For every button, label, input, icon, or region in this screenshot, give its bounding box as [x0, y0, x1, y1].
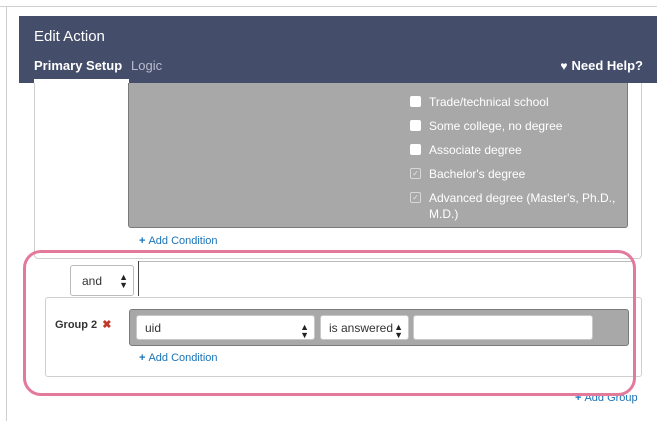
option-row[interactable]: ✓ Bachelor's degree: [410, 166, 619, 182]
group-2-header: Group 2 ✖: [55, 318, 111, 331]
select-arrows-icon: ▲ ▼: [119, 272, 128, 290]
checkbox-checked[interactable]: ✓: [410, 168, 421, 179]
tab-logic[interactable]: Logic: [131, 58, 162, 73]
option-row[interactable]: Some college, no degree: [410, 118, 619, 134]
connector-line: [138, 261, 634, 262]
checkbox[interactable]: [410, 96, 421, 107]
plus-icon: +: [139, 352, 146, 364]
value-input[interactable]: [413, 315, 593, 340]
checkbox-checked[interactable]: ✓: [410, 192, 421, 203]
modal-header: Edit Action Primary Setup Logic ♥ Need H…: [19, 16, 657, 83]
add-group-label: Add Group: [584, 392, 638, 404]
option-label: Trade/technical school: [429, 95, 549, 109]
operator-select[interactable]: is answered ▲ ▼: [320, 315, 409, 340]
option-label: Some college, no degree: [429, 119, 563, 133]
checkbox[interactable]: [410, 120, 421, 131]
need-help-label: Need Help?: [571, 58, 643, 73]
need-help-link[interactable]: ♥ Need Help?: [560, 58, 643, 73]
option-label: Bachelor's degree: [429, 167, 526, 181]
add-condition-link[interactable]: + Add Condition: [139, 235, 218, 247]
option-row[interactable]: Associate degree: [410, 142, 619, 158]
left-divider: [6, 6, 7, 421]
page: Edit Action Primary Setup Logic ♥ Need H…: [0, 0, 657, 421]
option-row[interactable]: Trade/technical school: [410, 94, 619, 110]
heart-icon: ♥: [560, 58, 568, 73]
question-value: uid: [145, 321, 162, 335]
add-condition-label: Add Condition: [148, 235, 218, 247]
checkbox[interactable]: [410, 144, 421, 155]
group-2-label: Group 2: [55, 319, 98, 331]
plus-icon: +: [575, 392, 582, 404]
operator-value: is answered: [329, 321, 394, 335]
tab-primary-setup[interactable]: Primary Setup: [34, 58, 122, 73]
modal-title: Edit Action: [34, 28, 105, 45]
question-select[interactable]: uid ▲ ▼: [136, 315, 315, 340]
add-condition-link[interactable]: + Add Condition: [139, 352, 218, 364]
connector-value: and: [82, 274, 103, 288]
group-connector-select[interactable]: and ▲ ▼: [70, 265, 134, 296]
option-label: Advanced degree (Master's, Ph.D., M.D.): [429, 191, 616, 221]
select-arrows-icon: ▲ ▼: [300, 322, 309, 340]
remove-group-icon[interactable]: ✖: [102, 319, 111, 331]
add-group-link[interactable]: + Add Group: [575, 392, 638, 404]
top-divider: [0, 6, 657, 7]
select-arrows-icon: ▲ ▼: [394, 322, 403, 340]
connector-divider: [138, 261, 139, 296]
option-label: Associate degree: [429, 143, 522, 157]
plus-icon: +: [139, 235, 146, 247]
option-row[interactable]: ✓ Advanced degree (Master's, Ph.D., M.D.…: [410, 190, 619, 222]
add-condition-label: Add Condition: [148, 352, 218, 364]
